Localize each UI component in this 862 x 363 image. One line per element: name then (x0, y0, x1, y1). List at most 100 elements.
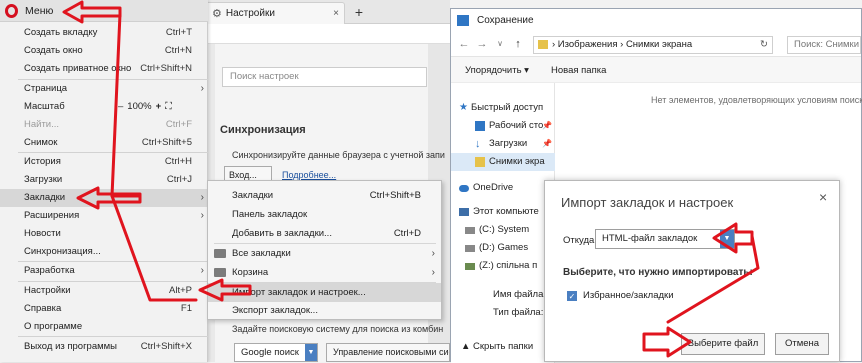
opera-logo-icon (5, 4, 18, 18)
chevron-right-icon: › (200, 210, 204, 221)
bookmarks-submenu: Закладки Ctrl+Shift+B Панель закладок Доб… (207, 180, 442, 320)
new-folder-button[interactable]: Новая папка (551, 65, 606, 76)
address-bar[interactable] (205, 24, 450, 44)
more-link[interactable]: Подробнее... (282, 170, 336, 180)
menu-item-exit[interactable]: Выход из программы Ctrl+Shift+X (0, 338, 208, 356)
close-icon[interactable]: × (333, 8, 339, 19)
search-engine-select[interactable]: Google поиск ▼ (234, 343, 318, 362)
cloud-icon (459, 185, 469, 192)
import-source-value: HTML-файл закладок (602, 233, 698, 244)
menu-item-private-window[interactable]: Создать приватное окно Ctrl+Shift+N (0, 60, 208, 78)
hide-folders-button[interactable]: ▲ Скрыть папки (461, 341, 533, 352)
network-drive-icon (465, 263, 475, 270)
search-engine-description: Задайте поисковую систему для поиска из … (232, 324, 444, 334)
back-icon[interactable]: ← (457, 37, 471, 51)
address-path[interactable]: › Изображения › Снимки экрана ↻ (533, 36, 773, 54)
menu-item-sync[interactable]: Синхронизация... (0, 243, 208, 261)
organize-button[interactable]: Упорядочить ▾ (465, 65, 529, 76)
menu-separator (18, 336, 208, 337)
chevron-right-icon: › (200, 192, 204, 203)
submenu-item-import[interactable]: Импорт закладок и настроек... (208, 283, 441, 302)
chevron-down-icon: ▼ (720, 230, 734, 248)
menu-item-bookmarks[interactable]: Закладки › (0, 189, 208, 207)
submenu-item-bookmarks[interactable]: Закладки Ctrl+Shift+B (208, 186, 441, 205)
zoom-value: 100% (127, 101, 152, 112)
empty-message: Нет элементов, удовлетворяющих условиям … (651, 95, 862, 105)
close-icon[interactable]: × (819, 189, 827, 205)
cancel-button[interactable]: Отмена (775, 333, 829, 355)
nav-desktop[interactable]: Рабочий сто 📌 (451, 117, 555, 135)
choose-file-button[interactable]: Выберите файл (681, 333, 765, 355)
search-engine-value: Google поиск (241, 347, 299, 358)
menu-item-snapshot[interactable]: Снимок Ctrl+Shift+5 (0, 134, 208, 152)
bookmarks-checkbox-label: Избранное/закладки (583, 290, 674, 301)
nav-quick-access[interactable]: ★ Быстрый доступ (451, 99, 555, 117)
search-input[interactable]: Поиск: Снимки (787, 36, 861, 54)
submenu-item-add-bookmark[interactable]: Добавить в закладки... Ctrl+D (208, 224, 441, 243)
folder-icon (214, 268, 226, 277)
import-source-select[interactable]: HTML-файл закладок ▼ (595, 229, 735, 249)
bookmarks-checkbox[interactable]: ✓ (567, 291, 577, 301)
chevron-right-icon: › (431, 248, 435, 259)
refresh-icon[interactable]: ↻ (760, 37, 768, 53)
chevron-down-icon[interactable]: ∨ (493, 37, 507, 51)
nav-this-pc[interactable]: Этот компьюте (451, 203, 555, 221)
save-dialog-title: Сохранение (477, 15, 534, 26)
menu-item-about[interactable]: О программе (0, 318, 208, 336)
folder-icon (475, 157, 485, 167)
menu-item-history[interactable]: История Ctrl+H (0, 153, 208, 171)
submenu-item-all-bookmarks[interactable]: Все закладки › (208, 244, 441, 263)
drive-icon (465, 245, 475, 252)
save-dialog-titlebar[interactable]: Сохранение (451, 9, 861, 33)
menu-item-extensions[interactable]: Расширения › (0, 207, 208, 225)
filename-label: Имя файла: (493, 289, 547, 300)
manage-engines-button[interactable]: Управление поисковыми системами... (326, 343, 450, 362)
menu-item-news[interactable]: Новости (0, 225, 208, 243)
computer-icon (459, 208, 469, 216)
gear-icon: ⚙ (212, 8, 222, 20)
menu-item-zoom: Масштаб – 100% + ⛶ (0, 98, 208, 116)
zoom-out-button[interactable]: – (118, 98, 123, 116)
menu-item-page[interactable]: Страница › (0, 80, 208, 98)
menu-item-find[interactable]: Найти... Ctrl+F (0, 116, 208, 134)
nav-onedrive[interactable]: OneDrive (451, 179, 555, 197)
zoom-in-button[interactable]: + (156, 98, 162, 116)
menu-item-developer[interactable]: Разработка › (0, 262, 208, 280)
submenu-item-export[interactable]: Экспорт закладок... (208, 301, 441, 320)
navigation-pane: ★ Быстрый доступ Рабочий сто 📌 ↓ Загрузки 📌 … (451, 83, 555, 363)
menu-item-help[interactable]: Справка F1 (0, 300, 208, 318)
folder-icon (538, 40, 548, 49)
pin-icon: 📌 (542, 121, 552, 130)
fullscreen-icon[interactable]: ⛶ (165, 98, 172, 116)
menu-item-downloads[interactable]: Загрузки Ctrl+J (0, 171, 208, 189)
filetype-label: Тип файла: (493, 307, 544, 318)
desktop-icon (475, 121, 485, 131)
drive-icon (465, 227, 475, 234)
from-label: Откуда: (563, 235, 597, 246)
menu-item-new-window[interactable]: Создать окно Ctrl+N (0, 42, 208, 60)
nav-drive-c[interactable]: (C:) System (451, 221, 555, 239)
tab-settings[interactable]: ⚙ Настройки × (205, 2, 345, 24)
app-icon (457, 15, 469, 26)
nav-drive-z[interactable]: (Z:) спільна п (451, 257, 555, 275)
menu-header[interactable]: Меню (0, 0, 208, 22)
section-title-sync: Синхронизация (220, 124, 306, 136)
nav-downloads[interactable]: ↓ Загрузки 📌 (451, 135, 555, 153)
settings-search-input[interactable]: Поиск настроек (222, 67, 427, 87)
menu-item-new-tab[interactable]: Создать вкладку Ctrl+T (0, 24, 208, 42)
forward-icon[interactable]: → (475, 37, 489, 51)
import-dialog: Импорт закладок и настроек × Откуда: HTM… (544, 180, 840, 362)
up-icon[interactable]: ↑ (511, 37, 525, 51)
chevron-right-icon: › (431, 267, 435, 278)
menu-item-settings[interactable]: Настройки Alt+P (0, 282, 208, 300)
submenu-item-bookmarks-bar[interactable]: Панель закладок (208, 205, 441, 224)
nav-drive-d[interactable]: (D:) Games (451, 239, 555, 257)
nav-screenshots[interactable]: Снимки экра (451, 153, 555, 171)
folder-icon (214, 249, 226, 258)
save-toolbar: Упорядочить ▾ Новая папка (451, 57, 861, 83)
new-tab-button[interactable]: + (350, 3, 368, 21)
submenu-item-trash[interactable]: Корзина › (208, 263, 441, 282)
star-icon: ★ (459, 102, 468, 113)
sync-description: Синхронизируйте данные браузера с учетно… (232, 150, 445, 160)
chevron-down-icon: ▼ (305, 344, 317, 361)
